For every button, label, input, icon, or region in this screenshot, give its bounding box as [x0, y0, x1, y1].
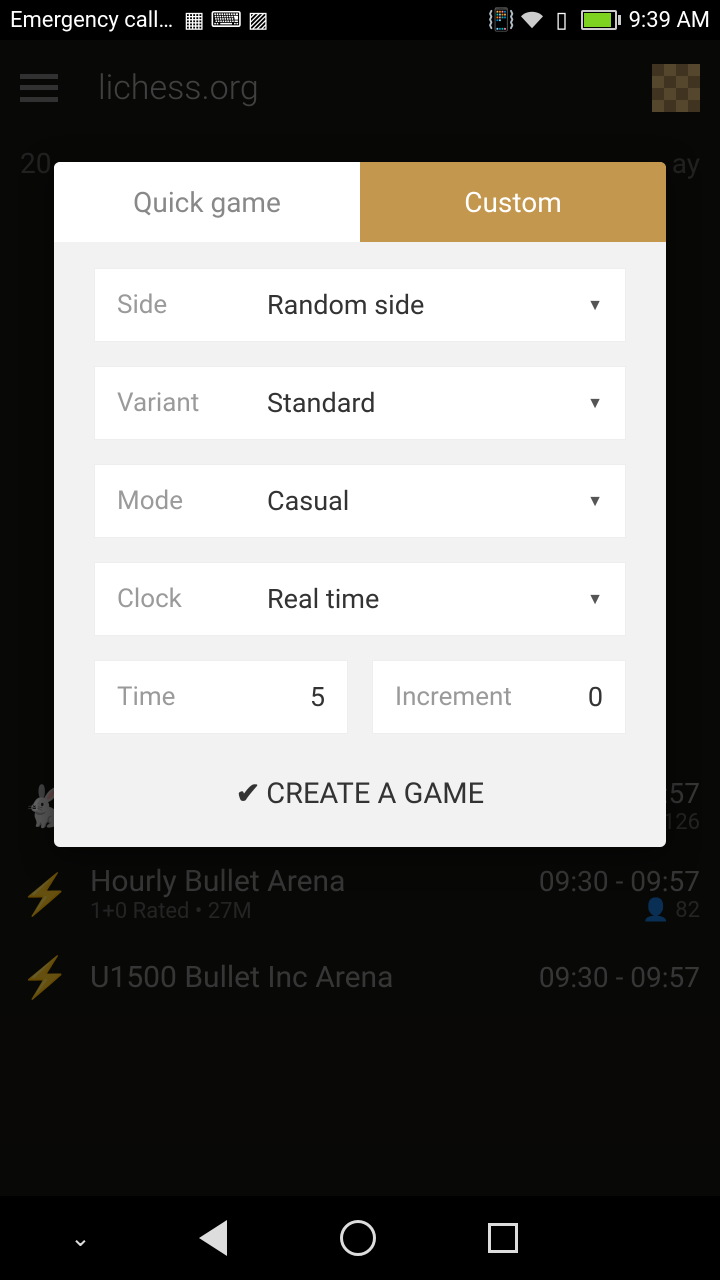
chevron-down-icon: ▼: [587, 589, 603, 609]
nav-back-button[interactable]: [191, 1216, 235, 1260]
tab-quick-game[interactable]: Quick game: [54, 162, 360, 242]
time-label: Time: [117, 682, 175, 712]
increment-field[interactable]: Increment 0: [372, 660, 626, 734]
time-field[interactable]: Time 5: [94, 660, 348, 734]
variant-label: Variant: [117, 388, 267, 418]
variant-select[interactable]: Variant Standard ▼: [94, 366, 626, 440]
clock-select[interactable]: Clock Real time ▼: [94, 562, 626, 636]
modal-tabs: Quick game Custom: [54, 162, 666, 242]
picture-icon: ▨: [247, 9, 269, 31]
android-icon: ▦: [183, 9, 205, 31]
status-bar: Emergency call… ▦ ⌨ ▨ 📳 ▯ 9:39 AM: [0, 0, 720, 40]
increment-label: Increment: [395, 682, 560, 712]
mode-select[interactable]: Mode Casual ▼: [94, 464, 626, 538]
nav-home-button[interactable]: [336, 1216, 380, 1260]
clock-value: Real time: [267, 583, 587, 615]
nav-chevron-icon[interactable]: ⌄: [70, 1224, 90, 1252]
side-label: Side: [117, 290, 267, 320]
side-value: Random side: [267, 289, 587, 321]
clock-label: Clock: [117, 584, 267, 614]
chevron-down-icon: ▼: [587, 295, 603, 315]
vibrate-icon: 📳: [491, 9, 513, 31]
tab-custom[interactable]: Custom: [360, 162, 666, 242]
create-game-button[interactable]: ✔CREATE A GAME: [94, 754, 626, 811]
system-nav-bar: ⌄: [0, 1196, 720, 1280]
chevron-down-icon: ▼: [587, 491, 603, 511]
check-icon: ✔: [236, 776, 260, 811]
mode-label: Mode: [117, 486, 267, 516]
chevron-down-icon: ▼: [587, 393, 603, 413]
time-value: 5: [310, 681, 325, 713]
variant-value: Standard: [267, 387, 587, 419]
mode-value: Casual: [267, 485, 587, 517]
nav-recent-button[interactable]: [481, 1216, 525, 1260]
game-setup-modal: Quick game Custom Side Random side ▼ Var…: [54, 162, 666, 847]
status-carrier-text: Emergency call…: [10, 8, 173, 33]
wifi-icon: [521, 9, 543, 31]
sim-icon: ▯: [551, 9, 573, 31]
status-time: 9:39 AM: [629, 8, 710, 33]
increment-value: 0: [588, 681, 603, 713]
battery-icon: [581, 10, 621, 30]
side-select[interactable]: Side Random side ▼: [94, 268, 626, 342]
keyboard-icon: ⌨: [215, 9, 237, 31]
